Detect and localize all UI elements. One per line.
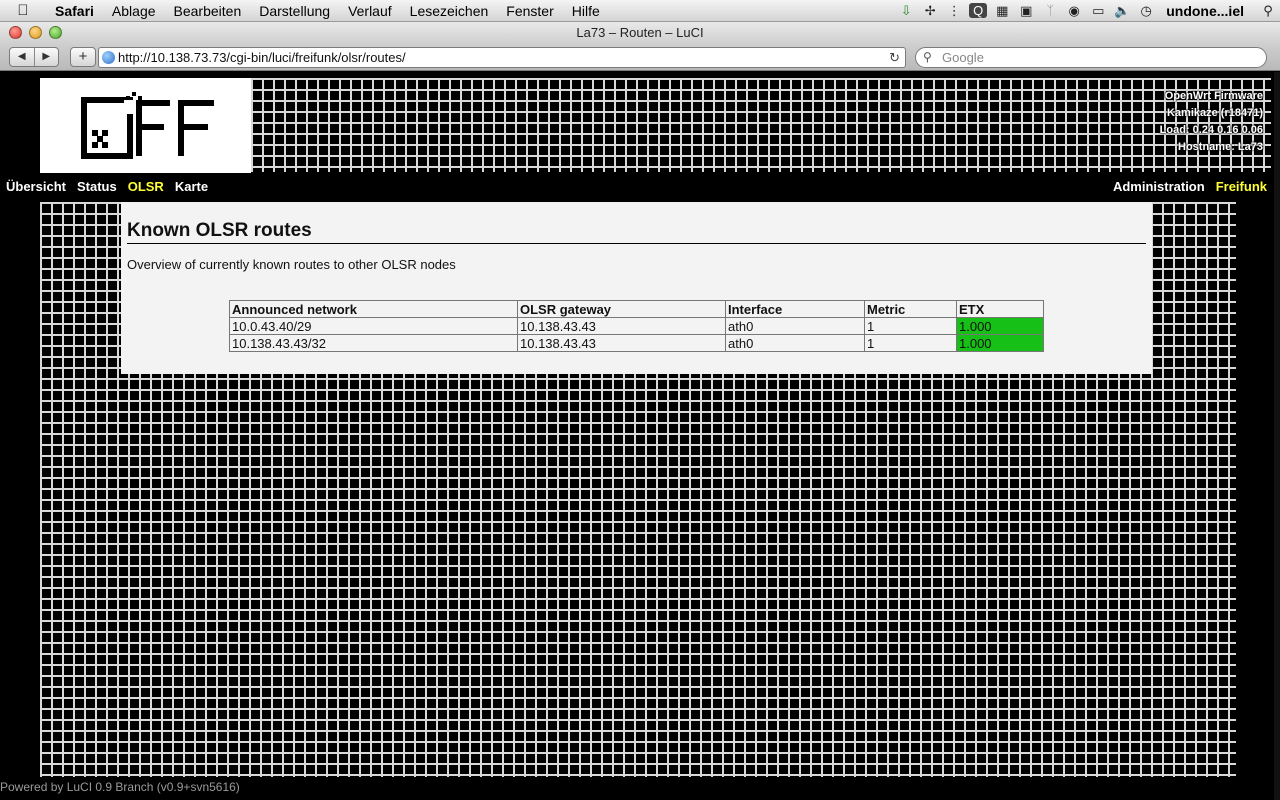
status-area: ⇩ ✢ ⋮ Q ▦ ▣ ᛉ ◉ ▭ 🔈 ◷ undone...iel ⚲ [894,0,1280,22]
page-title: Known OLSR routes [127,220,1146,244]
browser-toolbar: ◀ ▶ + http://10.138.73.73/cgi-bin/luci/f… [0,44,1280,71]
nav-uebersicht[interactable]: Übersicht [6,179,66,195]
back-button[interactable]: ◀ [10,48,34,66]
table-header-row: Announced network OLSR gateway Interface… [229,300,1044,318]
window-titlebar: La73 – Routen – LuCI [0,22,1280,44]
table-row: 10.0.43.40/29 10.138.43.43 ath0 1 1.000 [229,317,1044,335]
search-placeholder: Google [942,50,984,65]
menu-ablage[interactable]: Ablage [103,3,165,19]
content-panel: Known OLSR routes Overview of currently … [121,202,1152,374]
nav-administration[interactable]: Administration [1113,179,1205,195]
page-description: Overview of currently known routes to ot… [127,257,456,272]
volume-icon[interactable]: 🔈 [1110,3,1134,19]
menu-verlauf[interactable]: Verlauf [339,3,401,19]
table-row: 10.138.43.43/32 10.138.43.43 ath0 1 1.00… [229,334,1044,352]
footer-text: Powered by LuCI 0.9 Branch (v0.9+svn5616… [0,780,240,794]
battery-icon[interactable]: ▭ [1086,3,1110,19]
column-header-interface: Interface [725,300,865,318]
cell-olsr-gateway: 10.138.43.43 [517,334,726,352]
cell-etx: 1.000 [956,334,1044,352]
main-navigation: Übersicht Status OLSR Karte Administrati… [0,179,1280,201]
clock-icon[interactable]: ◷ [1134,3,1158,19]
cell-announced-network: 10.0.43.40/29 [229,317,518,335]
reload-icon[interactable]: ↻ [889,48,900,67]
column-header-announced-network: Announced network [229,300,518,318]
cell-announced-network: 10.138.43.43/32 [229,334,518,352]
routes-table: Announced network OLSR gateway Interface… [229,300,1044,352]
close-window-button[interactable] [9,26,22,39]
quicksilver-icon[interactable]: Q [969,3,988,18]
add-bookmark-button[interactable]: + [70,47,96,67]
page-scrollbar[interactable] [1274,72,1280,800]
off-logo-icon [81,92,214,159]
forward-button[interactable]: ▶ [33,48,59,66]
display-icon[interactable]: ▣ [1014,3,1038,19]
nav-status[interactable]: Status [77,179,117,195]
header-grid-pattern [251,78,1271,172]
cell-metric: 1 [864,317,957,335]
menubar:  Safari Ablage Bearbeiten Darstellung V… [0,0,1280,22]
load-label: Load: 0.24 0.16 0.06 [1159,124,1263,136]
logo[interactable] [40,78,251,173]
wifi-icon[interactable]: ◉ [1062,3,1086,19]
page: OpenWrt Firmware Kamikaze (r18471) Load:… [0,72,1280,800]
address-field[interactable]: http://10.138.73.73/cgi-bin/luci/freifun… [98,47,906,68]
move-icon[interactable]: ✢ [918,3,942,19]
firmware-label: OpenWrt Firmware [1164,90,1263,102]
system-info: OpenWrt Firmware Kamikaze (r18471) Load:… [1160,88,1263,156]
cell-interface: ath0 [725,317,865,335]
column-header-etx: ETX [956,300,1044,318]
cell-etx: 1.000 [956,317,1044,335]
menu-extra-icon[interactable]: ⋮ [942,3,966,19]
search-field[interactable]: ⚲ Google [915,47,1267,68]
window-title: La73 – Routen – LuCI [576,25,704,40]
menu-app[interactable]: Safari [46,3,103,19]
menu-darstellung[interactable]: Darstellung [250,3,339,19]
hostname-label: Hostname: La73 [1178,141,1263,153]
globe-icon [102,51,115,64]
menu-fenster[interactable]: Fenster [497,3,562,19]
apple-icon[interactable]:  [0,2,46,19]
menu-lesezeichen[interactable]: Lesezeichen [401,3,498,19]
grid-icon[interactable]: ▦ [990,3,1014,19]
bluetooth-icon[interactable]: ᛉ [1038,3,1062,18]
zoom-window-button[interactable] [49,26,62,39]
download-icon[interactable]: ⇩ [894,3,918,19]
column-header-metric: Metric [864,300,957,318]
cell-olsr-gateway: 10.138.43.43 [517,317,726,335]
kernel-label: Kamikaze (r18471) [1166,107,1263,119]
cell-interface: ath0 [725,334,865,352]
minimize-window-button[interactable] [29,26,42,39]
search-icon: ⚲ [923,50,932,64]
user-name[interactable]: undone...iel [1158,3,1256,19]
spotlight-icon[interactable]: ⚲ [1256,3,1280,19]
menu-hilfe[interactable]: Hilfe [563,3,609,19]
menu-bearbeiten[interactable]: Bearbeiten [165,3,251,19]
history-nav: ◀ ▶ [9,47,59,67]
address-text: http://10.138.73.73/cgi-bin/luci/freifun… [118,50,406,65]
nav-olsr[interactable]: OLSR [128,179,164,195]
column-header-olsr-gateway: OLSR gateway [517,300,726,318]
nav-freifunk[interactable]: Freifunk [1216,179,1267,195]
cell-metric: 1 [864,334,957,352]
nav-karte[interactable]: Karte [175,179,208,195]
